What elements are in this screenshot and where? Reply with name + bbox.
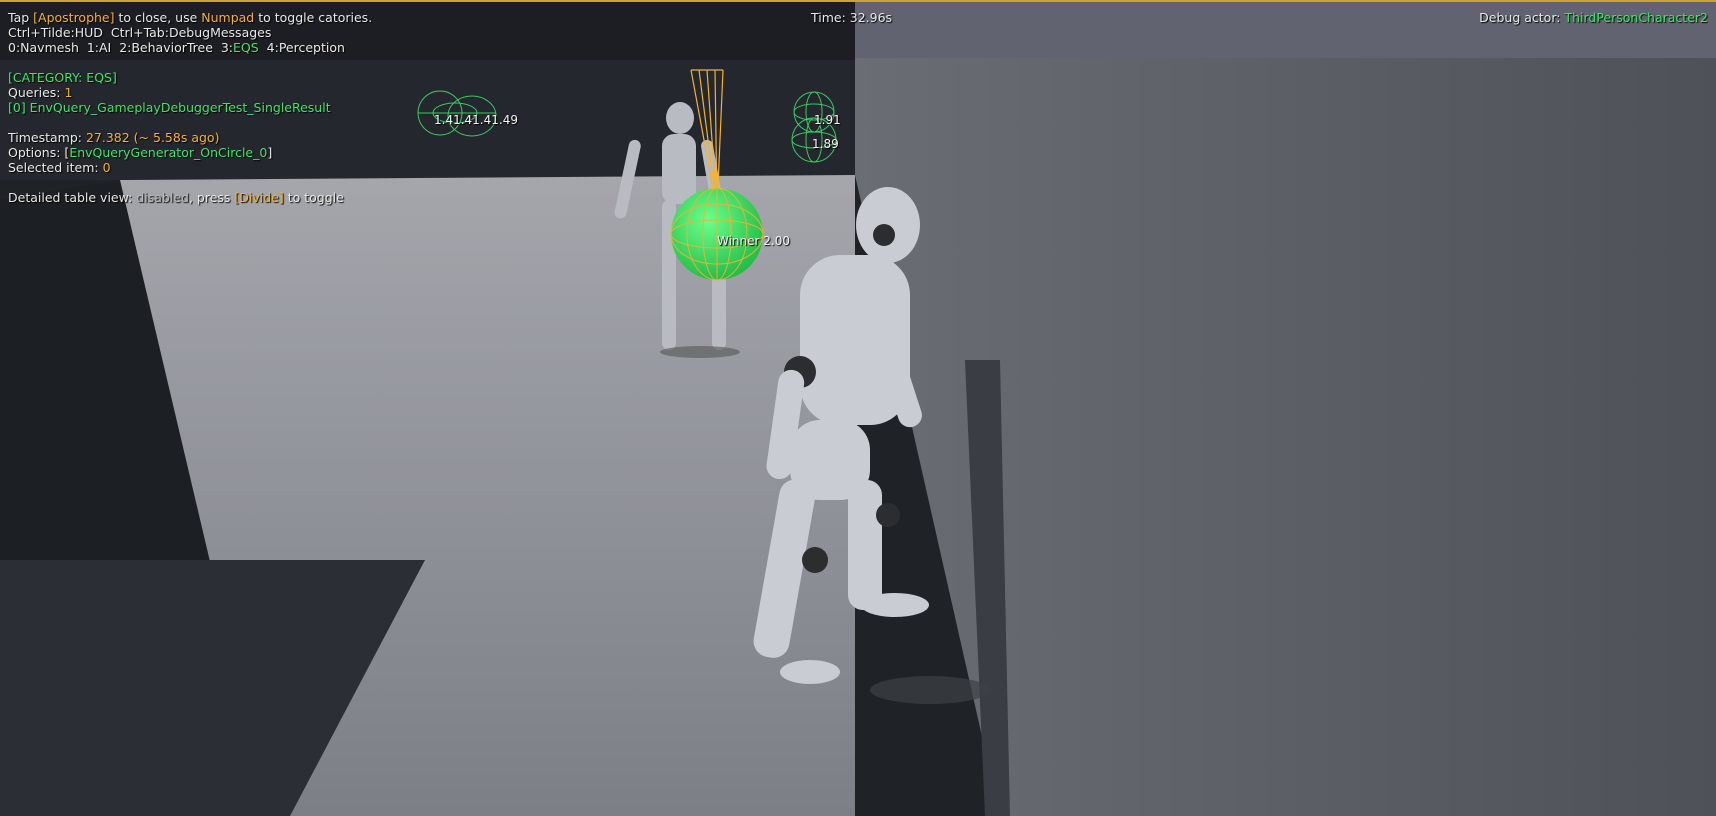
- game-viewport: [0, 0, 1716, 816]
- eqs-options: Options: [EnvQueryGenerator_OnCircle_0]: [8, 145, 273, 160]
- right-wall-top: [855, 0, 1716, 58]
- hud-debug-actor: Debug actor: ThirdPersonCharacter2: [1479, 10, 1708, 25]
- eqs-category-header: [CATEGORY: EQS]: [8, 70, 117, 85]
- debug-actor-name: ThirdPersonCharacter2: [1564, 10, 1708, 25]
- eqs-score-a: 1.91: [814, 113, 841, 127]
- top-accent-bar: [0, 0, 1716, 2]
- eqs-cluster-label: 1.41.41.41.49: [434, 113, 518, 127]
- hud-shortcut-line: Ctrl+Tilde:HUD Ctrl+Tab:DebugMessages: [8, 25, 272, 40]
- eqs-timestamp: Timestamp: 27.382 (~ 5.58s ago): [8, 130, 220, 145]
- eqs-winner-label: Winner 2.00: [717, 234, 790, 248]
- eqs-queries: Queries: 1: [8, 85, 73, 100]
- eqs-selected-item: Selected item: 0: [8, 160, 111, 175]
- hud-time: Time: 32.96s: [811, 10, 893, 25]
- category-ai: 1:AI: [86, 40, 112, 55]
- category-navmesh: 0:Navmesh: [8, 40, 79, 55]
- eqs-score-b: 1.89: [812, 137, 839, 151]
- category-eqs: 3:EQS: [220, 40, 259, 55]
- category-behaviortree: 2:BehaviorTree: [119, 40, 213, 55]
- hud-category-list: 0:Navmesh 1:AI 2:BehaviorTree 3:EQS 4:Pe…: [8, 40, 345, 55]
- eqs-detail-toggle: Detailed table view: disabled, press [Di…: [8, 190, 344, 205]
- hud-help-line: Tap [Apostrophe] to close, use Numpad to…: [8, 10, 373, 25]
- eqs-query-name: [0] EnvQuery_GameplayDebuggerTest_Single…: [8, 100, 331, 115]
- category-perception: 4:Perception: [266, 40, 345, 55]
